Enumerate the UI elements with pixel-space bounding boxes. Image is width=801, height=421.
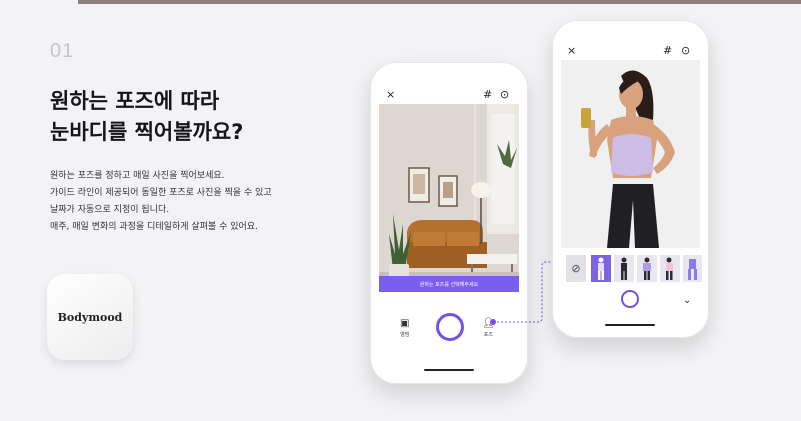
grid-icon[interactable]: # — [483, 89, 492, 100]
grid-icon[interactable]: # — [663, 45, 672, 56]
headline-line-2: 눈바디를 찍어볼까요? — [50, 120, 244, 144]
description-line-1: 원하는 포즈를 정하고 매일 사진을 찍어보세요. — [50, 171, 225, 181]
description: 원하는 포즈를 정하고 매일 사진을 찍어보세요. 가이드 라인이 제공되어 동… — [50, 168, 272, 236]
pose-thumb-4[interactable] — [660, 255, 680, 282]
description-line-3: 날짜가 자동으로 지정이 됩니다. — [50, 205, 170, 215]
no-pose-icon: ⊘ — [571, 262, 581, 275]
person-illustration — [561, 60, 700, 248]
app-logo-tile: Bodymood — [47, 274, 133, 360]
pose-figure-icon — [598, 257, 604, 280]
settings-icon[interactable]: ⊙ — [681, 45, 690, 56]
pose-thumb-3[interactable] — [637, 255, 657, 282]
pose-thumb-2[interactable] — [614, 255, 634, 282]
settings-icon[interactable]: ⊙ — [500, 89, 509, 100]
pose-figure-icon — [688, 259, 697, 280]
nav-pose-label: 포즈 — [483, 332, 493, 338]
description-line-4: 매주, 매일 변화의 과정을 디테일하게 살펴볼 수 있어요. — [50, 222, 258, 232]
headline: 원하는 포즈에 따라 눈바디를 찍어볼까요? — [50, 86, 243, 148]
home-indicator — [605, 324, 655, 326]
shutter-button[interactable] — [436, 313, 464, 341]
pose-figure-icon — [643, 257, 651, 280]
shutter-button[interactable] — [621, 290, 639, 308]
step-number: 01 — [50, 40, 75, 62]
nav-gallery-label: 앨범 — [400, 332, 410, 338]
home-indicator — [424, 369, 474, 371]
close-icon[interactable]: × — [567, 45, 576, 56]
nav-gallery[interactable]: ▣ 앨범 — [400, 318, 409, 338]
camera-preview-person — [561, 60, 700, 248]
pose-selector-strip: ⊘ — [566, 255, 702, 283]
chevron-down-icon[interactable]: ⌄ — [683, 295, 691, 306]
pose-figure-icon — [666, 257, 673, 280]
description-line-2: 가이드 라인이 제공되어 동일한 포즈로 사진을 찍을 수 있고 — [50, 188, 272, 198]
top-accent-bar — [78, 0, 801, 4]
headline-line-1: 원하는 포즈에 따라 — [50, 89, 220, 113]
no-pose-option[interactable]: ⊘ — [566, 255, 586, 282]
close-icon[interactable]: × — [386, 89, 395, 100]
pose-figure-icon — [621, 257, 627, 280]
pose-thumb-5[interactable] — [683, 255, 702, 282]
app-logo-text: Bodymood — [57, 310, 123, 324]
gallery-icon: ▣ — [400, 318, 410, 329]
pose-thumb-1[interactable] — [591, 255, 611, 282]
